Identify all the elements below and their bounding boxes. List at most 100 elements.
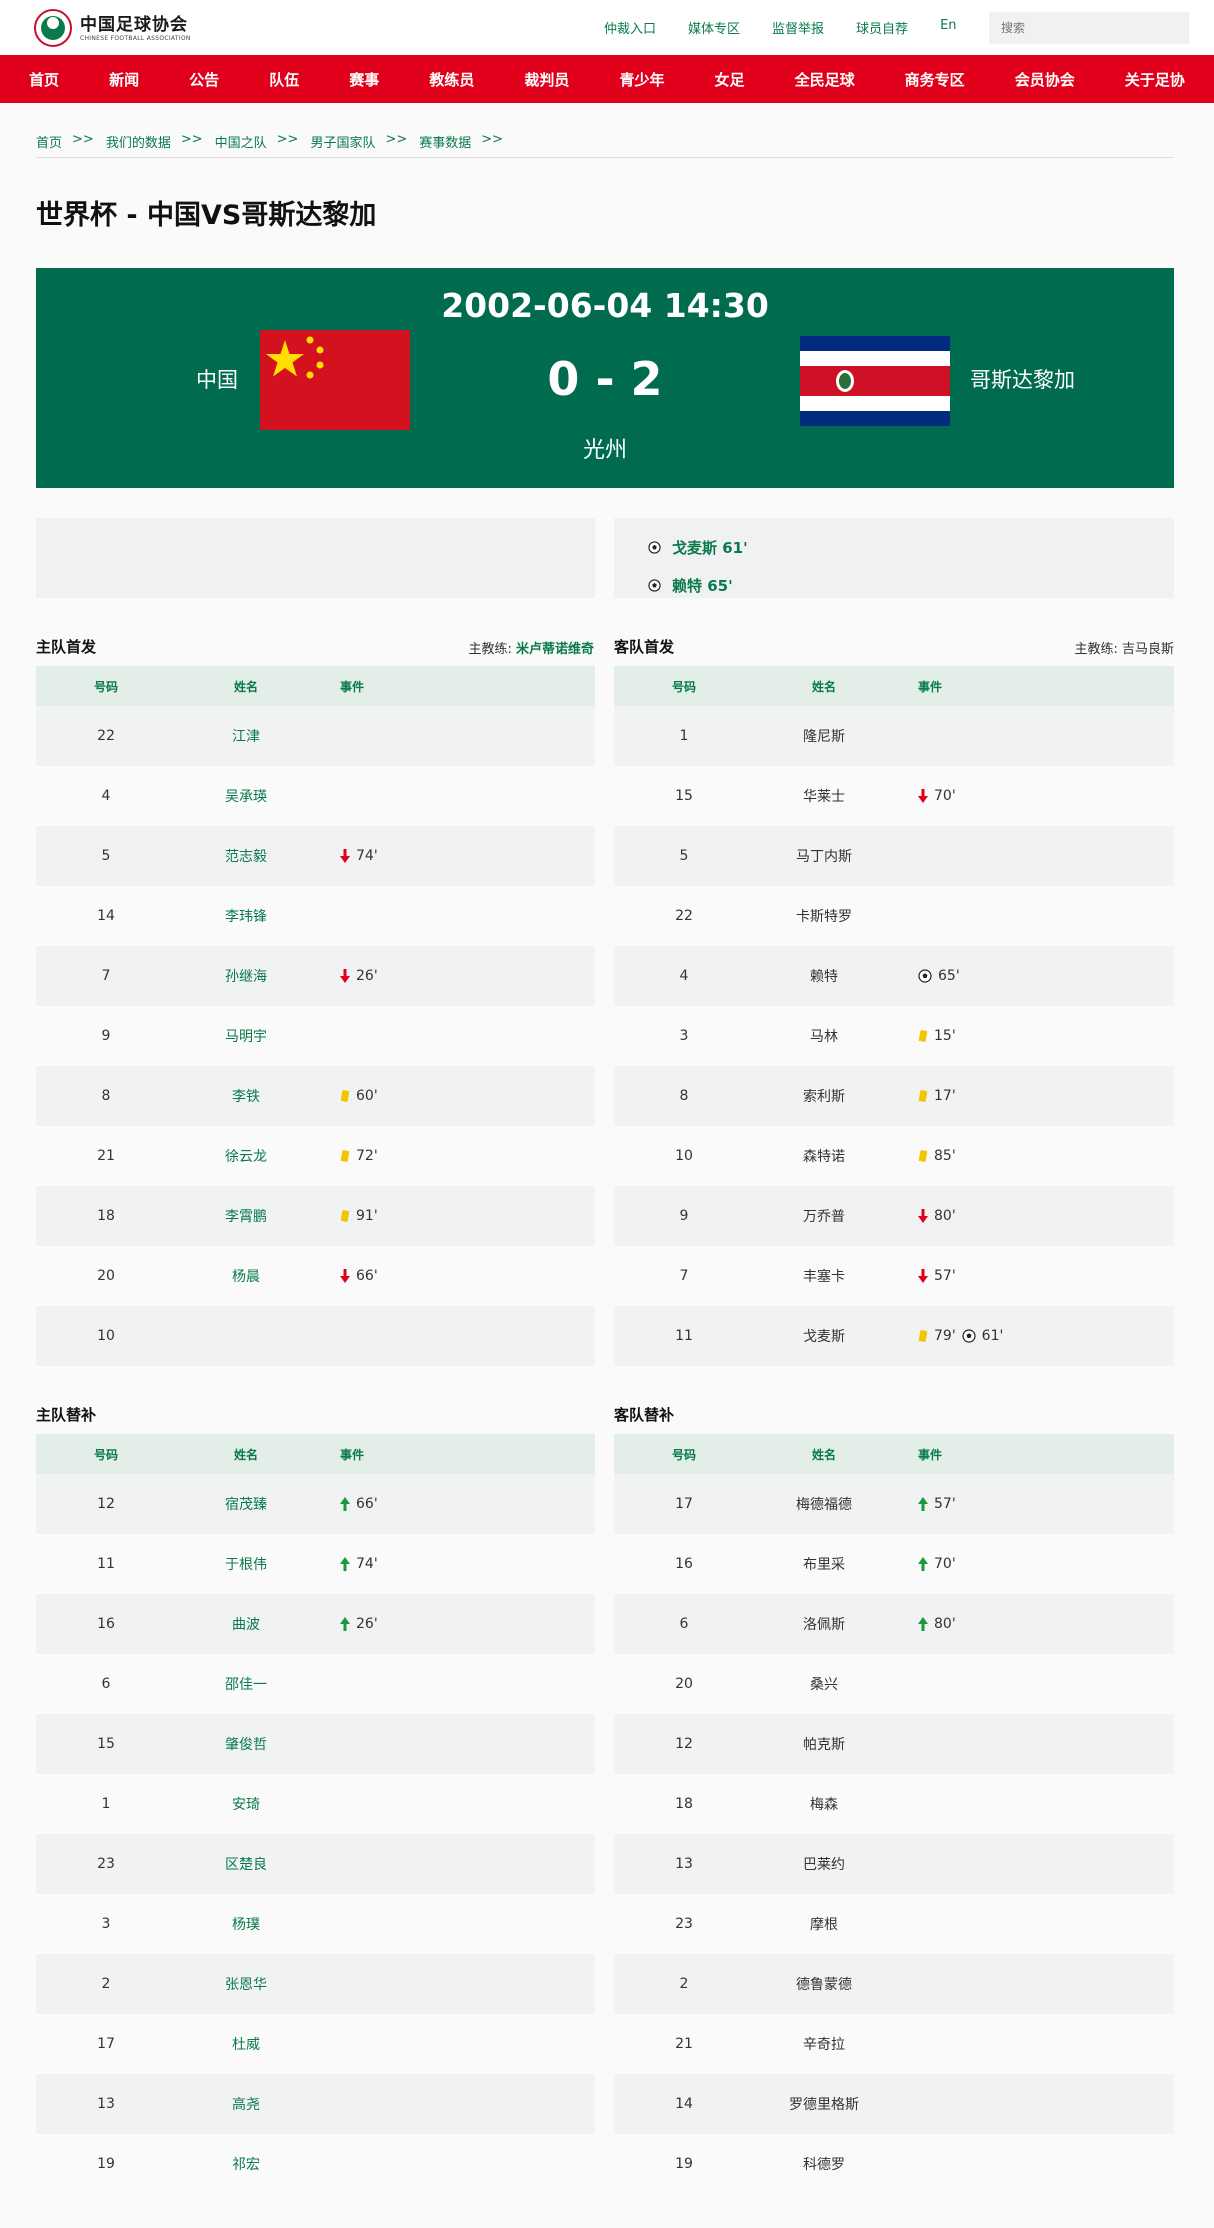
player-name[interactable]: 肇俊哲 [176, 1734, 316, 1754]
player-number: 19 [675, 2156, 693, 2172]
table-row: 8 李铁 60' [36, 1066, 595, 1126]
table-row: 18 梅森 [614, 1774, 1174, 1834]
goal-text[interactable]: 戈麦斯 61' [672, 537, 748, 558]
col-header-events: 事件 [918, 1447, 943, 1462]
player-name[interactable]: 马明宇 [176, 1026, 316, 1046]
table-row: 4 吴承瑛 [36, 766, 595, 826]
yellow-card-icon [340, 1089, 350, 1102]
player-number: 8 [101, 1088, 111, 1104]
player-name[interactable]: 孙继海 [176, 966, 316, 986]
player-name: 赖特 [810, 969, 838, 985]
nav-item-coaches[interactable]: 教练员 [429, 69, 474, 90]
home-coach-name[interactable]: 米卢蒂诺维奇 [516, 642, 594, 657]
search-input[interactable] [989, 12, 1189, 44]
player-name: 索利斯 [803, 1089, 845, 1105]
table-row: 21 徐云龙 72' [36, 1126, 595, 1186]
nav-item-members[interactable]: 会员协会 [1015, 69, 1075, 90]
table-row: 1 安琦 [36, 1774, 595, 1834]
nav-item-notices[interactable]: 公告 [189, 69, 219, 90]
col-header-number: 号码 [671, 679, 696, 694]
player-events: 80' [894, 1208, 962, 1224]
event-minute: 66' [356, 1268, 378, 1284]
player-name[interactable]: 祁宏 [176, 2154, 316, 2174]
table-row: 5 马丁内斯 [614, 826, 1174, 886]
table-row: 21 辛奇拉 [614, 2014, 1174, 2074]
player-name[interactable]: 区楚良 [176, 1854, 316, 1874]
link-english[interactable]: En [940, 18, 956, 37]
breadcrumb-item[interactable]: 赛事数据 [419, 132, 471, 157]
player-name[interactable]: 张恩华 [176, 1974, 316, 1994]
player-events: 74' [316, 848, 384, 864]
player-number: 20 [97, 1268, 115, 1284]
nav-item-events[interactable]: 赛事 [349, 69, 379, 90]
player-name[interactable]: 杜威 [176, 2034, 316, 2054]
player-name: 帕克斯 [803, 1737, 845, 1753]
player-number: 21 [675, 2036, 693, 2052]
coach-label: 主教练: [1074, 642, 1118, 657]
link-media[interactable]: 媒体专区 [688, 18, 740, 37]
nav-item-about[interactable]: 关于足协 [1125, 69, 1185, 90]
nav-item-news[interactable]: 新闻 [109, 69, 139, 90]
player-name[interactable]: 杨璞 [176, 1914, 316, 1934]
top-links: 仲裁入口 媒体专区 监督举报 球员自荐 En [604, 18, 989, 37]
player-name[interactable]: 徐云龙 [176, 1146, 316, 1166]
breadcrumb-item[interactable]: 我们的数据 [106, 132, 171, 157]
nav-item-home[interactable]: 首页 [29, 69, 59, 90]
event-minute: 85' [934, 1148, 956, 1164]
yellow-card-icon [340, 1209, 350, 1222]
player-name[interactable]: 李霄鹏 [176, 1206, 316, 1226]
player-number: 15 [675, 788, 693, 804]
table-row: 12 帕克斯 [614, 1714, 1174, 1774]
table-header: 号码 姓名 事件 [614, 1434, 1174, 1474]
link-player-recommend[interactable]: 球员自荐 [856, 18, 908, 37]
col-header-number: 号码 [93, 1447, 118, 1462]
cfa-logo[interactable]: 中国足球协会 CHINESE FOOTBALL ASSOCIATION [34, 8, 191, 48]
nav-item-youth[interactable]: 青少年 [619, 69, 664, 90]
player-name[interactable]: 安琦 [176, 1794, 316, 1814]
player-number: 2 [679, 1976, 689, 1992]
table-header: 号码 姓名 事件 [36, 666, 595, 706]
col-header-number: 号码 [671, 1447, 696, 1462]
player-name[interactable]: 邵佳一 [176, 1674, 316, 1694]
player-name[interactable]: 曲波 [176, 1614, 316, 1634]
table-row: 15 肇俊哲 [36, 1714, 595, 1774]
nav-item-grassroots[interactable]: 全民足球 [795, 69, 855, 90]
cfa-badge-icon [34, 9, 72, 47]
player-name[interactable]: 李铁 [176, 1086, 316, 1106]
player-name: 德鲁蒙德 [796, 1977, 852, 1993]
breadcrumb-item[interactable]: 男子国家队 [310, 132, 375, 157]
col-header-name: 姓名 [233, 1447, 258, 1462]
player-events: 91' [316, 1208, 384, 1224]
breadcrumb-item[interactable]: 首页 [36, 132, 62, 157]
player-name[interactable]: 于根伟 [176, 1554, 316, 1574]
match-datetime: 2002-06-04 14:30 [441, 286, 769, 325]
player-event: 15' [918, 1028, 956, 1044]
player-number: 21 [97, 1148, 115, 1164]
player-name: 梅德福德 [796, 1497, 852, 1513]
col-header-number: 号码 [93, 679, 118, 694]
player-events: 15' [894, 1028, 962, 1044]
nav-item-referees[interactable]: 裁判员 [524, 69, 569, 90]
player-number: 13 [675, 1856, 693, 1872]
player-name: 桑兴 [810, 1677, 838, 1693]
table-row: 17 杜威 [36, 2014, 595, 2074]
player-name[interactable]: 李玮锋 [176, 906, 316, 926]
link-report[interactable]: 监督举报 [772, 18, 824, 37]
player-name[interactable]: 吴承瑛 [176, 786, 316, 806]
home-subs-table: 号码 姓名 事件 12 宿茂臻 66' 11 于根伟 74' 16 曲波 26' 6 邵佳一 15 肇俊哲 1 安… [36, 1434, 595, 2194]
player-event: 26' [340, 968, 378, 984]
player-name[interactable]: 高尧 [176, 2094, 316, 2114]
player-name[interactable]: 宿茂臻 [176, 1494, 316, 1514]
player-name: 马丁内斯 [796, 849, 852, 865]
player-events: 65' [894, 968, 966, 984]
link-arbitration[interactable]: 仲裁入口 [604, 18, 656, 37]
player-name[interactable]: 江津 [176, 726, 316, 746]
player-name[interactable]: 范志毅 [176, 846, 316, 866]
breadcrumb-item[interactable]: 中国之队 [215, 132, 267, 157]
goal-text[interactable]: 赖特 65' [672, 575, 733, 596]
player-name[interactable]: 杨晨 [176, 1266, 316, 1286]
nav-item-business[interactable]: 商务专区 [905, 69, 965, 90]
nav-item-teams[interactable]: 队伍 [269, 69, 299, 90]
nav-item-women[interactable]: 女足 [715, 69, 745, 90]
home-starting-table: 号码 姓名 事件 22 江津 4 吴承瑛 5 范志毅 74' 14 李玮锋 7 孙继海 26' 9 马明宇 8 李铁… [36, 666, 595, 1366]
